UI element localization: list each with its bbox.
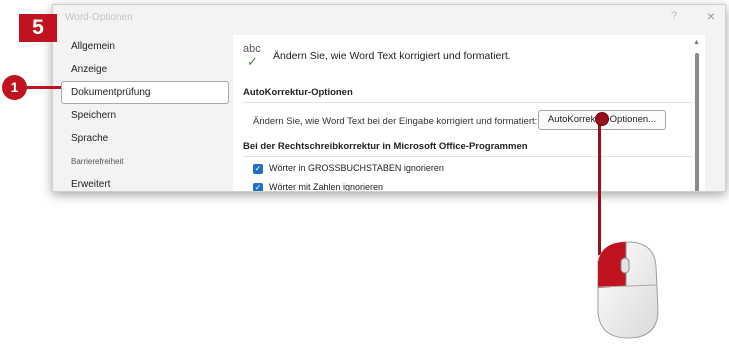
- intro-text: Ändern Sie, wie Word Text korrigiert und…: [273, 50, 511, 62]
- click-point-marker: [595, 112, 609, 126]
- sidebar-item-anzeige[interactable]: Anzeige: [61, 58, 229, 81]
- checkbox-label: Wörter in GROSSBUCHSTABEN ignorieren: [269, 163, 444, 173]
- abc-check-icon: abc ✓: [243, 43, 269, 71]
- checkbox-row[interactable]: ✓ Wörter in GROSSBUCHSTABEN ignorieren: [253, 163, 444, 177]
- options-content: abc ✓ Ändern Sie, wie Word Text korrigie…: [233, 35, 705, 192]
- close-button[interactable]: ×: [707, 8, 715, 24]
- sidebar-item-speichern[interactable]: Speichern: [61, 104, 229, 127]
- scroll-up-icon[interactable]: ▲: [693, 39, 700, 46]
- autocorrect-description: Ändern Sie, wie Word Text bei der Eingab…: [253, 116, 538, 127]
- sidebar-item-sprache[interactable]: Sprache: [61, 127, 229, 150]
- sidebar-item-erweitert[interactable]: Erweitert: [61, 173, 229, 191]
- scroll-thumb[interactable]: [695, 53, 699, 191]
- word-options-dialog: Word-Optionen ? × Allgemein Anzeige Doku…: [52, 4, 726, 192]
- sidebar-item-allgemein[interactable]: Allgemein: [61, 35, 229, 58]
- mouse-leader-line: [598, 120, 601, 255]
- mouse-icon: [597, 241, 659, 339]
- spelling-section-heading: Bei der Rechtschreibkorrektur in Microso…: [243, 141, 528, 152]
- help-button[interactable]: ?: [671, 10, 677, 22]
- check-icon: ✓: [247, 54, 258, 69]
- checkbox-label: Wörter mit Zahlen ignorieren: [269, 182, 384, 192]
- checkbox-checked-icon[interactable]: ✓: [253, 182, 263, 191]
- autocorrect-section-heading: AutoKorrektur-Optionen: [243, 87, 353, 98]
- vertical-scrollbar[interactable]: ▲: [693, 39, 701, 191]
- sidebar-item-barrierefreiheit[interactable]: Barrierefreiheit: [61, 150, 229, 173]
- section-divider: [243, 102, 693, 103]
- sidebar-item-dokumentpruefung[interactable]: Dokumentprüfung: [61, 81, 229, 104]
- callout-marker: 1: [2, 75, 27, 100]
- options-sidebar: Allgemein Anzeige Dokumentprüfung Speich…: [61, 35, 229, 191]
- checkbox-checked-icon[interactable]: ✓: [253, 163, 263, 174]
- checkbox-row[interactable]: ✓ Wörter mit Zahlen ignorieren: [253, 182, 384, 192]
- section-divider: [243, 156, 693, 157]
- step-badge: 5: [19, 14, 57, 42]
- window-title: Word-Optionen: [65, 12, 133, 23]
- callout-pointer-line: [27, 86, 61, 89]
- titlebar: Word-Optionen ? ×: [53, 5, 725, 31]
